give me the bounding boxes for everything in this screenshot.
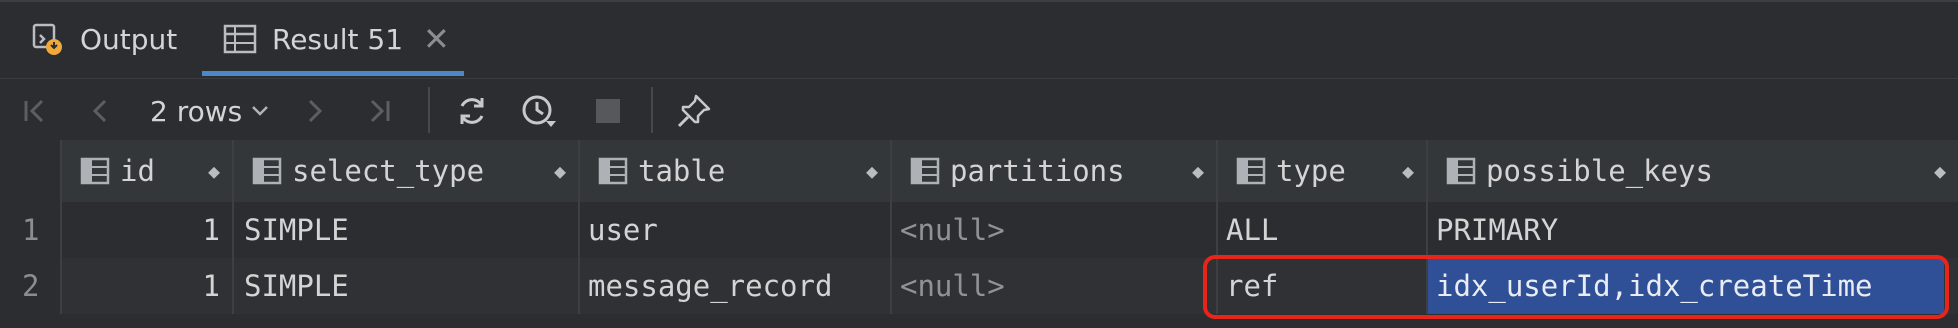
tab-result-label: Result 51 [272, 22, 404, 56]
last-page-icon[interactable] [364, 93, 394, 129]
result-toolbar: 2 rows [0, 78, 1958, 141]
highlight-annotation [1203, 255, 1949, 319]
cell-partitions[interactable]: <null> [892, 258, 1218, 314]
cell-id[interactable]: 1 [62, 202, 234, 258]
pin-icon[interactable] [676, 93, 712, 129]
column-label: select_type [292, 154, 485, 188]
cell-possible-keys[interactable]: PRIMARY [1428, 202, 1958, 258]
column-header-select-type[interactable]: select_type ◆ [234, 140, 580, 202]
column-header-table[interactable]: table ◆ [580, 140, 892, 202]
toolbar-separator [651, 87, 653, 133]
column-label: possible_keys [1486, 154, 1713, 188]
row-number[interactable]: 1 [0, 202, 62, 258]
sort-icon[interactable]: ◆ [554, 159, 566, 183]
stop-icon[interactable] [594, 93, 622, 129]
cell-id[interactable]: 1 [62, 258, 234, 314]
column-header-id[interactable]: id ◆ [62, 140, 234, 202]
column-icon [252, 157, 282, 185]
tab-output-label: Output [80, 22, 178, 56]
column-header-type[interactable]: type ◆ [1218, 140, 1428, 202]
sort-icon[interactable]: ◆ [866, 159, 878, 183]
next-page-icon[interactable] [303, 93, 327, 129]
tab-output[interactable]: Output [30, 2, 177, 76]
column-label: partitions [950, 154, 1125, 188]
chevron-down-icon [250, 104, 270, 118]
cell-type[interactable]: ALL [1218, 202, 1428, 258]
toolbar-separator [428, 87, 430, 133]
rows-count-label: 2 rows [150, 94, 243, 128]
close-icon[interactable]: ✕ [423, 20, 450, 58]
column-icon [80, 157, 110, 185]
row-number-header [0, 140, 62, 202]
column-header-partitions[interactable]: partitions ◆ [892, 140, 1218, 202]
cell-select-type[interactable]: SIMPLE [234, 258, 580, 314]
column-icon [910, 157, 940, 185]
column-icon [1446, 157, 1476, 185]
column-header-possible-keys[interactable]: possible_keys ◆ [1428, 140, 1958, 202]
tab-bar: Output Result 51 ✕ [0, 0, 1958, 78]
cell-table[interactable]: user [580, 202, 892, 258]
grid-header: id ◆ select_type ◆ table ◆ partitions ◆ … [0, 140, 1958, 202]
sort-icon[interactable]: ◆ [1192, 159, 1204, 183]
cell-select-type[interactable]: SIMPLE [234, 202, 580, 258]
column-icon [598, 157, 628, 185]
output-icon [30, 21, 66, 57]
refresh-icon[interactable] [455, 93, 489, 129]
column-label: id [120, 154, 155, 188]
sort-icon[interactable]: ◆ [1402, 159, 1414, 183]
column-label: type [1276, 154, 1346, 188]
rows-selector[interactable]: 2 rows [150, 93, 270, 129]
history-icon[interactable] [520, 93, 560, 129]
tab-result-51[interactable]: Result 51 ✕ [222, 2, 450, 76]
prev-page-icon[interactable] [88, 93, 112, 129]
cell-table[interactable]: message_record [580, 258, 892, 314]
cell-partitions[interactable]: <null> [892, 202, 1218, 258]
sort-icon[interactable]: ◆ [1934, 159, 1946, 183]
column-icon [1236, 157, 1266, 185]
column-label: table [638, 154, 726, 188]
sort-icon[interactable]: ◆ [208, 159, 220, 183]
row-number[interactable]: 2 [0, 258, 62, 314]
active-tab-indicator [202, 71, 464, 76]
first-page-icon[interactable] [20, 93, 50, 129]
table-icon [222, 21, 258, 57]
table-row[interactable]: 1 1 SIMPLE user <null> ALL PRIMARY [0, 202, 1958, 258]
